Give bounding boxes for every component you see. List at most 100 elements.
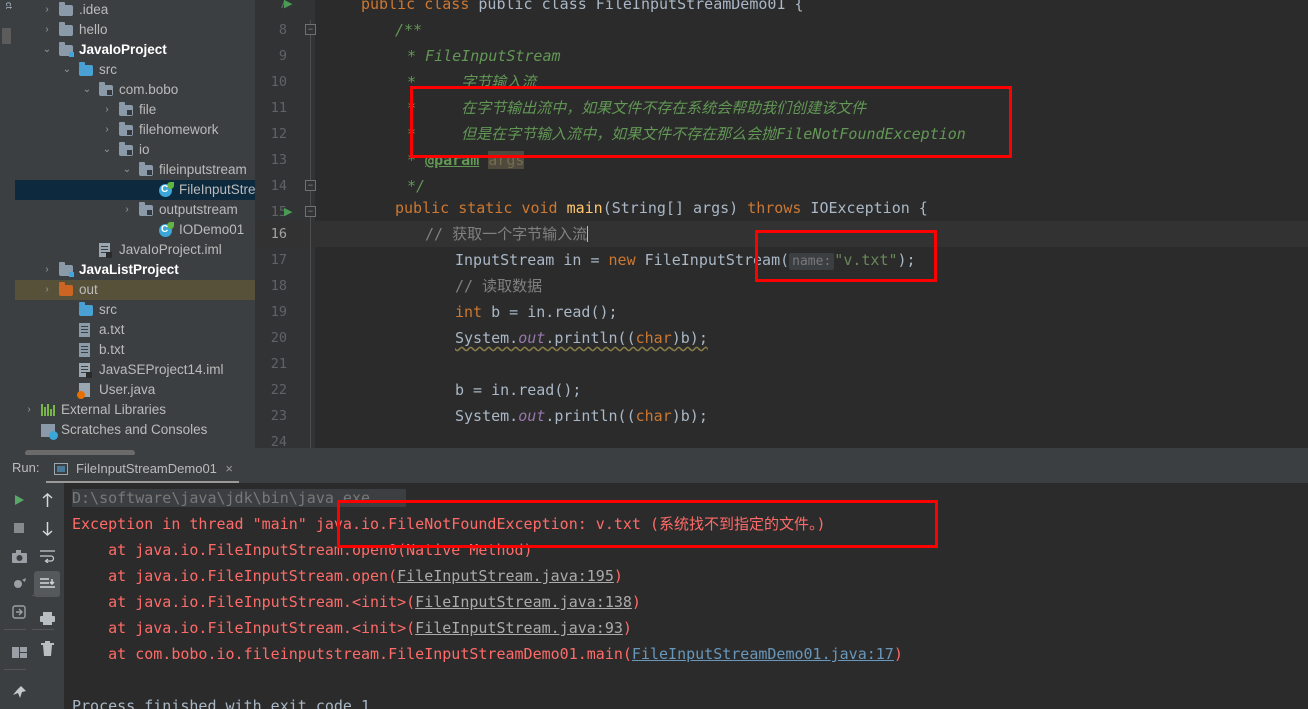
code-line-8[interactable]: /** xyxy=(395,17,422,43)
close-icon[interactable]: × xyxy=(225,457,233,481)
tree-item-src[interactable]: ⌄ src xyxy=(15,60,255,80)
tree-item-label: file xyxy=(139,102,157,117)
run-tab-fileinputstreamdemo01[interactable]: FileInputStreamDemo01 × xyxy=(46,457,239,483)
run-gutter-icon[interactable]: ▶ xyxy=(284,199,296,225)
stack-frame-link[interactable]: FileInputStreamDemo01.java:17 xyxy=(632,645,894,663)
tree-item-out[interactable]: › out xyxy=(15,280,255,300)
tree-item-fileinputstream[interactable]: ⌄ fileinputstream xyxy=(15,160,255,180)
layout-icon[interactable] xyxy=(6,639,32,665)
code-editor[interactable]: 7 8 9 10 11 12 13 14 15 16 17 18 19 20 21 22 23 24 ▶ ▶ − − − p… xyxy=(255,0,1308,450)
code-token-punct: )b); xyxy=(671,407,708,425)
scroll-to-end-icon[interactable] xyxy=(34,571,60,597)
expand-arrow-icon[interactable]: › xyxy=(101,120,113,140)
code-line-23[interactable]: System.out.println((char)b); xyxy=(455,403,708,429)
tree-item-label: src xyxy=(99,302,117,317)
expand-arrow-icon[interactable]: › xyxy=(41,280,53,300)
line-number: 9 xyxy=(278,48,287,64)
stack-frame-link[interactable]: FileInputStream.java:195 xyxy=(397,567,614,585)
tree-item-iodemo01[interactable]: IODemo01 xyxy=(15,220,255,240)
expand-arrow-icon[interactable]: ⌄ xyxy=(61,60,73,80)
scroll-up-icon[interactable] xyxy=(34,487,60,513)
code-line-7[interactable]: public class public class FileInputStrea… xyxy=(361,0,804,17)
rerun-icon[interactable] xyxy=(6,487,32,513)
expand-arrow-icon[interactable]: › xyxy=(121,200,133,220)
tree-item-a-txt[interactable]: a.txt xyxy=(15,320,255,340)
console-stack-line-3[interactable]: at java.io.FileInputStream.<init>(FileIn… xyxy=(72,589,641,615)
scroll-down-icon[interactable] xyxy=(34,515,60,541)
code-line-22[interactable]: b = in.read(); xyxy=(455,377,581,403)
tree-item-hello[interactable]: › hello xyxy=(15,20,255,40)
console-stack-line-1[interactable]: at java.io.FileInputStream.open0(Native … xyxy=(72,537,532,563)
stack-frame-link[interactable]: FileInputStream.java:138 xyxy=(415,593,632,611)
expand-arrow-icon[interactable]: ⌄ xyxy=(121,160,133,180)
trash-icon[interactable] xyxy=(34,635,60,661)
code-line-16[interactable]: // 获取一个字节输入流 xyxy=(425,221,589,247)
tree-item-javaioproject[interactable]: ⌄ JavaIoProject xyxy=(15,40,255,60)
run-toolbar[interactable] xyxy=(0,483,64,709)
tree-item--idea[interactable]: › .idea xyxy=(15,0,255,20)
tree-item-scratches-and-consoles[interactable]: Scratches and Consoles xyxy=(15,420,255,440)
console-stack-line-4[interactable]: at java.io.FileInputStream.<init>(FileIn… xyxy=(72,615,632,641)
stop-icon[interactable] xyxy=(6,515,32,541)
module-folder-icon xyxy=(59,260,75,280)
code-line-12[interactable]: * 但是在字节输入流中，如果文件不存在那么会抛FileNotFoundExcep… xyxy=(407,121,966,147)
tree-item-external-libraries[interactable]: › External Libraries xyxy=(15,400,255,420)
expand-arrow-icon[interactable]: ⌄ xyxy=(81,80,93,100)
left-strip-label[interactable]: ct xyxy=(1,2,14,9)
console-command-line[interactable]: D:\software\java\jdk\bin\java.exe ... xyxy=(72,485,407,511)
pin-icon[interactable] xyxy=(6,679,32,705)
tree-item-io[interactable]: ⌄ io xyxy=(15,140,255,160)
editor-code-area[interactable]: public class public class FileInputStrea… xyxy=(315,0,1308,448)
expand-arrow-icon[interactable]: › xyxy=(41,260,53,280)
tree-item-com-bobo[interactable]: ⌄ com.bobo xyxy=(15,80,255,100)
left-strip-chip[interactable] xyxy=(2,28,11,44)
stack-frame-link[interactable]: FileInputStream.java:93 xyxy=(415,619,623,637)
code-line-13[interactable]: * @param args xyxy=(407,147,525,173)
console-exit-line[interactable]: Process finished with exit code 1 xyxy=(72,693,370,709)
code-line-17[interactable]: InputStream in = new FileInputStream(nam… xyxy=(455,247,916,273)
print-icon[interactable] xyxy=(34,605,60,631)
tree-item-javalistproject[interactable]: › JavaListProject xyxy=(15,260,255,280)
code-token-punct: )b); xyxy=(671,329,708,347)
code-line-11[interactable]: * 在字节输出流中，如果文件不存在系统会帮助我们创建该文件 xyxy=(407,95,866,121)
console-output[interactable]: D:\software\java\jdk\bin\java.exe ... Exc… xyxy=(64,483,1308,709)
debug-attach-icon[interactable] xyxy=(6,571,32,597)
tree-item-user-java[interactable]: User.java xyxy=(15,380,255,400)
code-line-20[interactable]: System.out.println((char)b); xyxy=(455,325,708,351)
expand-arrow-icon[interactable]: ⌄ xyxy=(101,140,113,160)
code-line-10[interactable]: * 字节输入流 xyxy=(407,69,536,95)
tree-item-file[interactable]: › file xyxy=(15,100,255,120)
console-stack-line-5[interactable]: at com.bobo.io.fileinputstream.FileInput… xyxy=(72,641,903,667)
code-line-15[interactable]: public static void main(String[] args) t… xyxy=(395,195,928,221)
expand-arrow-icon[interactable]: › xyxy=(41,20,53,40)
editor-gutter[interactable]: 7 8 9 10 11 12 13 14 15 16 17 18 19 20 21 22 23 24 ▶ ▶ − − − xyxy=(255,0,316,450)
code-token-keyword: new xyxy=(608,251,636,269)
expand-arrow-icon[interactable]: › xyxy=(23,400,35,420)
run-gutter-icon[interactable]: ▶ xyxy=(284,0,296,17)
code-line-18[interactable]: // 读取数据 xyxy=(455,273,542,299)
code-line-19[interactable]: int b = in.read(); xyxy=(455,299,618,325)
code-line-9[interactable]: * FileInputStream xyxy=(407,43,561,69)
tree-item-src[interactable]: src xyxy=(15,300,255,320)
console-exit-text: Process finished with exit code 1 xyxy=(72,697,371,709)
tree-item-label: outputstream xyxy=(159,202,238,217)
tree-item-filehomework[interactable]: › filehomework xyxy=(15,120,255,140)
export-icon[interactable] xyxy=(6,599,32,625)
console-icon xyxy=(54,463,68,475)
tree-item-outputstream[interactable]: › outputstream xyxy=(15,200,255,220)
tree-item-javaioproject-iml[interactable]: JavaIoProject.iml xyxy=(15,240,255,260)
code-token-javadoc: * 在字节输出流中，如果文件不存在系统会帮助我们创建该文件 xyxy=(407,99,867,117)
console-exception-line[interactable]: Exception in thread "main" java.io.FileN… xyxy=(72,511,826,537)
tree-item-fileinputstreamd[interactable]: FileInputStreamD xyxy=(15,180,255,200)
project-tool-window[interactable]: › .idea › hello ⌄ JavaIoProject ⌄ src ⌄ com.bobo ›… xyxy=(15,0,255,448)
tree-item-javaseproject14-iml[interactable]: JavaSEProject14.iml xyxy=(15,360,255,380)
screenshot-icon[interactable] xyxy=(6,543,32,569)
expand-arrow-icon[interactable]: › xyxy=(101,100,113,120)
console-stack-line-2[interactable]: at java.io.FileInputStream.open(FileInpu… xyxy=(72,563,623,589)
toolbar-separator xyxy=(32,629,54,630)
soft-wrap-icon[interactable] xyxy=(34,543,60,569)
expand-arrow-icon[interactable]: › xyxy=(41,0,53,20)
expand-arrow-icon[interactable]: ⌄ xyxy=(41,40,53,60)
code-token-method: main xyxy=(566,199,603,217)
tree-item-b-txt[interactable]: b.txt xyxy=(15,340,255,360)
